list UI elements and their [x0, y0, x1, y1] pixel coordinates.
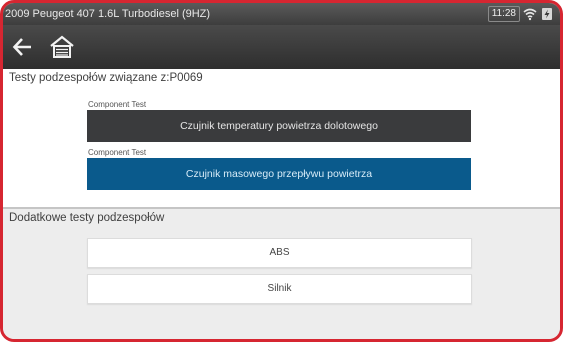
mass-air-flow-sensor-button[interactable]: Czujnik masowego przepływu powietrza [87, 158, 471, 190]
back-button[interactable] [11, 33, 41, 61]
clock: 11:28 [487, 6, 520, 22]
status-indicators: 11:28 [487, 6, 554, 22]
battery-charging-icon [540, 7, 554, 21]
intake-air-temp-sensor-button[interactable]: Czujnik temperatury powietrza dolotowego [87, 110, 471, 142]
home-icon [50, 35, 74, 58]
app-frame: 2009 Peugeot 407 1.6L Turbodiesel (9HZ) … [0, 0, 563, 342]
toolbar [3, 25, 560, 70]
additional-component-tests: Dodatkowe testy podzespołów ABS Silnik [3, 209, 560, 339]
additional-tests-header: Dodatkowe testy podzespołów [9, 212, 165, 224]
vehicle-title: 2009 Peugeot 407 1.6L Turbodiesel (9HZ) [5, 8, 211, 20]
wifi-icon [523, 7, 537, 21]
related-component-tests: Testy podzespołów związane z:P0069 Compo… [3, 69, 560, 209]
related-tests-header: Testy podzespołów związane z:P0069 [9, 72, 203, 84]
home-button[interactable] [47, 33, 77, 61]
back-arrow-icon [12, 38, 31, 56]
component-test-category-label: Component Test [88, 100, 147, 109]
component-test-category-label: Component Test [88, 148, 147, 157]
engine-button[interactable]: Silnik [87, 274, 472, 304]
abs-button[interactable]: ABS [87, 238, 472, 268]
status-bar: 2009 Peugeot 407 1.6L Turbodiesel (9HZ) … [3, 3, 560, 25]
